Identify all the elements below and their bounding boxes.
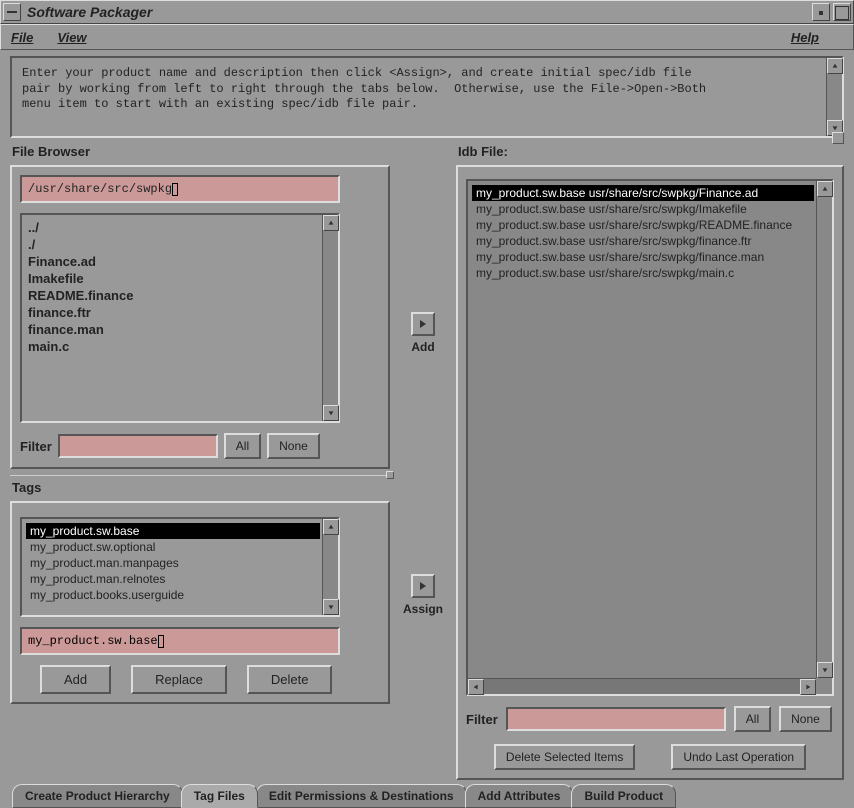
scroll-up-icon[interactable] [323, 215, 339, 231]
undo-button[interactable]: Undo Last Operation [671, 744, 806, 770]
idb-hscrollbar[interactable] [468, 678, 816, 694]
scroll-down-icon[interactable] [323, 405, 339, 421]
idb-filter-label: Filter [466, 712, 498, 727]
scroll-up-icon[interactable] [827, 58, 843, 74]
scroll-up-icon[interactable] [323, 519, 339, 535]
assign-label: Assign [403, 602, 443, 616]
list-item[interactable]: Finance.ad [26, 253, 320, 270]
scroll-down-icon[interactable] [323, 599, 339, 615]
arrow-right-icon [417, 580, 429, 592]
list-item[interactable]: my_product.sw.base usr/share/src/swpkg/f… [472, 249, 814, 265]
idb-none-button[interactable]: None [779, 706, 832, 732]
list-item[interactable]: my_product.books.userguide [26, 587, 320, 603]
tag-delete-button[interactable]: Delete [247, 665, 333, 694]
tab[interactable]: Edit Permissions & Destinations [256, 784, 467, 808]
list-item[interactable]: README.finance [26, 287, 320, 304]
list-item[interactable]: my_product.sw.base [26, 523, 320, 539]
instructions-text: Enter your product name and description … [22, 66, 822, 113]
add-arrow-button[interactable] [411, 312, 435, 336]
instructions-scrollbar[interactable] [826, 58, 842, 136]
add-label: Add [411, 340, 434, 354]
list-item[interactable]: ../ [26, 219, 320, 236]
scroll-left-icon[interactable] [468, 679, 484, 695]
tab[interactable]: Create Product Hierarchy [12, 784, 183, 808]
list-item[interactable]: my_product.man.relnotes [26, 571, 320, 587]
window-title: Software Packager [27, 4, 809, 20]
file-all-button[interactable]: All [224, 433, 261, 459]
tab[interactable]: Add Attributes [465, 784, 574, 808]
idb-vscrollbar[interactable] [816, 181, 832, 678]
titlebar: Software Packager [0, 0, 854, 24]
list-item[interactable]: ./ [26, 236, 320, 253]
list-item[interactable]: main.c [26, 338, 320, 355]
tag-edit-input[interactable]: my_product.sw.base [20, 627, 340, 655]
arrow-right-icon [417, 318, 429, 330]
resize-grip-icon[interactable] [832, 132, 844, 144]
list-item[interactable]: finance.man [26, 321, 320, 338]
menu-file[interactable]: File [11, 30, 33, 45]
list-item[interactable]: my_product.sw.base usr/share/src/swpkg/f… [472, 233, 814, 249]
scroll-right-icon[interactable] [800, 679, 816, 695]
path-input[interactable]: /usr/share/src/swpkg [20, 175, 340, 203]
list-item[interactable]: my_product.sw.optional [26, 539, 320, 555]
idb-filter-input[interactable] [506, 707, 726, 731]
menubar: File View Help [0, 24, 854, 50]
tab[interactable]: Build Product [571, 784, 676, 808]
menu-view[interactable]: View [57, 30, 86, 45]
tab[interactable]: Tag Files [181, 784, 258, 808]
idb-listbox: my_product.sw.base usr/share/src/swpkg/F… [466, 179, 834, 696]
instructions-panel: Enter your product name and description … [10, 56, 844, 138]
list-item[interactable]: my_product.sw.base usr/share/src/swpkg/F… [472, 185, 814, 201]
tags-list-scrollbar[interactable] [322, 519, 338, 615]
list-item[interactable]: my_product.sw.base usr/share/src/swpkg/m… [472, 265, 814, 281]
file-browser-panel: /usr/share/src/swpkg .././Finance.adImak… [10, 165, 390, 469]
tags-listbox: my_product.sw.basemy_product.sw.optional… [20, 517, 340, 617]
window-menu-icon[interactable] [3, 3, 21, 21]
tabstrip: Create Product HierarchyTag FilesEdit Pe… [0, 780, 854, 808]
assign-arrow-button[interactable] [411, 574, 435, 598]
scroll-down-icon[interactable] [817, 662, 833, 678]
tag-add-button[interactable]: Add [40, 665, 111, 694]
minimize-button[interactable] [812, 3, 830, 21]
menu-help[interactable]: Help [791, 30, 819, 45]
divider-handle-icon[interactable] [386, 471, 394, 479]
file-filter-input[interactable] [58, 434, 218, 458]
file-none-button[interactable]: None [267, 433, 320, 459]
scroll-up-icon[interactable] [817, 181, 833, 197]
delete-selected-button[interactable]: Delete Selected Items [494, 744, 635, 770]
tag-replace-button[interactable]: Replace [131, 665, 227, 694]
idb-all-button[interactable]: All [734, 706, 771, 732]
file-browser-label: File Browser [12, 144, 390, 159]
list-item[interactable]: my_product.sw.base usr/share/src/swpkg/I… [472, 201, 814, 217]
idb-panel: my_product.sw.base usr/share/src/swpkg/F… [456, 165, 844, 780]
list-item[interactable]: finance.ftr [26, 304, 320, 321]
idb-label: Idb File: [458, 144, 844, 159]
maximize-button[interactable] [833, 3, 851, 21]
list-item[interactable]: my_product.man.manpages [26, 555, 320, 571]
filter-label: Filter [20, 439, 52, 454]
file-listbox: .././Finance.adImakefileREADME.financefi… [20, 213, 340, 423]
horizontal-divider[interactable] [10, 475, 390, 476]
file-list-scrollbar[interactable] [322, 215, 338, 421]
tags-label: Tags [12, 480, 390, 495]
list-item[interactable]: my_product.sw.base usr/share/src/swpkg/R… [472, 217, 814, 233]
list-item[interactable]: Imakefile [26, 270, 320, 287]
tags-panel: my_product.sw.basemy_product.sw.optional… [10, 501, 390, 704]
